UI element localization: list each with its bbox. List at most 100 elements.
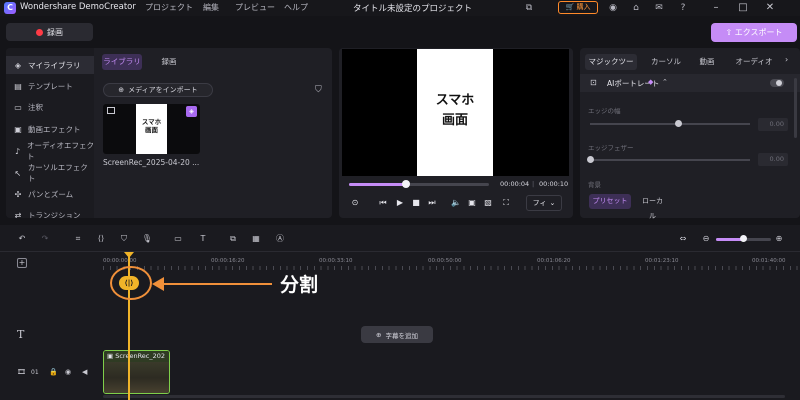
timeline-scrollbar[interactable] [103, 395, 785, 398]
caption-icon[interactable]: ▭ [172, 233, 184, 245]
undo-icon[interactable]: ↶ [16, 233, 28, 245]
crop-icon[interactable]: ⌗ [72, 233, 84, 245]
preset-button[interactable]: プリセット [589, 194, 631, 209]
local-button[interactable]: ローカル [640, 194, 665, 220]
clip-frames [104, 362, 169, 393]
record-button[interactable]: 録画 [6, 23, 93, 41]
add-caption-label: 字幕を追加 [385, 331, 418, 340]
step-back-icon[interactable]: ⏮ [377, 197, 389, 209]
sidebar-item-annotations[interactable]: ▭ 注釈 [6, 98, 94, 116]
properties-scrollbar[interactable] [794, 78, 797, 138]
media-thumbnail[interactable]: スマホ 画面 ◈ [103, 104, 200, 154]
split-tool-icon[interactable]: ⟨⟩ [95, 233, 107, 245]
fullscreen-icon[interactable]: ⛶ [500, 197, 512, 209]
volume-icon[interactable]: 🔈 [450, 197, 462, 209]
playback-progress-handle[interactable] [402, 180, 411, 188]
stop-icon[interactable]: ■ [410, 197, 422, 209]
zoom-in-icon[interactable]: ⊕ [773, 233, 785, 245]
background-label: 背景 [588, 181, 601, 189]
menu-project[interactable]: プロジェクト [145, 2, 193, 13]
import-media-button[interactable]: ⊕ メディアをインポート [103, 83, 213, 97]
sidebar-item-cursor-effects[interactable]: ↖ カーソルエフェクト [6, 163, 94, 183]
sidebar-item-templates[interactable]: ▤ テンプレート [6, 77, 94, 95]
thumbnail-text-line1: スマホ [141, 118, 162, 126]
fit-timeline-icon[interactable]: ⇔ [677, 233, 689, 245]
sidebar-item-my-library[interactable]: ◈ マイライブラリ [6, 56, 94, 74]
ruler-label: 00:01:23:10 [645, 258, 679, 264]
edge-feather-value[interactable]: 0.00 [758, 153, 788, 166]
import-media-label: メディアをインポート [128, 86, 198, 94]
sidebar-item-transitions[interactable]: ⇄ トランジション [6, 206, 94, 219]
clip-name: ScreenRec_202 [115, 352, 166, 360]
video-clip[interactable]: ▣ ScreenRec_202 [103, 350, 170, 394]
quality-icon[interactable]: ▧ [482, 197, 494, 209]
shield-icon[interactable]: ⛉ [118, 233, 130, 245]
tabs-next-icon[interactable]: › [785, 55, 788, 64]
edge-feather-handle[interactable] [586, 156, 594, 163]
menu-help[interactable]: ヘルプ [284, 2, 308, 13]
close-icon[interactable]: ✕ [760, 0, 780, 16]
minimize-icon[interactable]: – [706, 0, 726, 16]
preview-panel: スマホ 画面 00:00:04 | 00:00:10 ⊙ ⏮ ▶ ■ ⏭ 🔈 ▣… [339, 48, 573, 218]
mute-icon[interactable]: ◀ [82, 368, 87, 376]
tab-recording[interactable]: 録画 [154, 54, 184, 70]
tab-magic-tools[interactable]: マジックツール [585, 54, 637, 82]
lock-icon[interactable]: 🔒 [49, 368, 58, 376]
total-time: 00:00:10 [539, 180, 569, 188]
fit-dropdown[interactable]: フィ ⌄ [526, 195, 562, 211]
chevron-up-icon[interactable]: ⌃ [662, 78, 668, 86]
split-icon[interactable]: ⟨|⟩ [119, 276, 139, 290]
edge-thickness-handle[interactable] [674, 120, 682, 127]
message-icon[interactable]: ✉ [652, 1, 666, 15]
export-button[interactable]: ⇧ エクスポート [711, 23, 797, 42]
tab-library[interactable]: ライブラリ [102, 54, 142, 70]
tutorial-icon[interactable]: ⌂ [629, 1, 643, 15]
filter-icon[interactable]: ⛉ [315, 85, 322, 95]
sidebar-item-pan-zoom[interactable]: ✣ パンとズーム [6, 185, 94, 203]
microphone-icon[interactable]: 🎙 [141, 233, 153, 245]
edge-thickness-label: エッジの幅 [588, 107, 621, 115]
playback-progress-fill [349, 183, 407, 186]
maximize-icon[interactable]: □ [733, 0, 753, 16]
zoom-out-icon[interactable]: ⊖ [700, 233, 712, 245]
menu-edit[interactable]: 編集 [203, 2, 219, 13]
text-box-icon[interactable]: T [197, 233, 209, 245]
camera-icon[interactable]: ⊙ [349, 197, 361, 209]
help-icon[interactable]: ? [676, 1, 690, 15]
ruler-label: 00:00:50:00 [428, 258, 462, 264]
screenshot-icon[interactable]: ⧉ [522, 1, 536, 15]
group-icon[interactable]: ⧉ [227, 233, 239, 245]
user-icon[interactable]: ◉ [606, 1, 620, 15]
eye-icon[interactable]: ◉ [65, 368, 71, 376]
purchase-button[interactable]: 🛒 購入 [558, 1, 598, 14]
menu-preview[interactable]: プレビュー [235, 2, 275, 13]
step-forward-icon[interactable]: ⏭ [426, 197, 438, 209]
tab-video[interactable]: 動画 [696, 54, 718, 70]
ruler-label: 00:00:16:20 [211, 258, 245, 264]
sidebar-item-video-effects[interactable]: ▣ 動画エフェクト [6, 120, 94, 138]
redo-icon[interactable]: ↷ [39, 233, 51, 245]
pan-zoom-icon: ✣ [14, 189, 22, 199]
transition-icon: ⇄ [14, 210, 22, 219]
edge-feather-slider[interactable] [590, 159, 750, 161]
ruler-label: 00:01:06:20 [537, 258, 571, 264]
play-icon[interactable]: ▶ [394, 197, 406, 209]
preview-text-line2: 画面 [441, 113, 468, 128]
add-track-icon[interactable]: + [17, 258, 27, 268]
zoom-slider-handle[interactable] [740, 235, 747, 242]
sidebar-item-label: カーソルエフェクト [27, 163, 88, 183]
add-caption-button[interactable]: ⊕ 字幕を追加 [361, 326, 433, 343]
edge-thickness-value[interactable]: 0.00 [758, 118, 788, 131]
layers-icon[interactable]: ▦ [250, 233, 262, 245]
template-icon: ▤ [14, 81, 22, 91]
edge-thickness-slider[interactable] [590, 123, 750, 125]
sidebar-item-audio-effects[interactable]: ♪ オーディオエフェクト [6, 141, 94, 161]
tab-cursor[interactable]: カーソル [648, 54, 684, 70]
tab-audio[interactable]: オーディオ [734, 54, 774, 70]
preview-canvas[interactable]: スマホ 画面 [342, 49, 569, 176]
sidebar-item-label: テンプレート [28, 81, 73, 91]
aspect-ratio-icon[interactable]: ▣ [466, 197, 478, 209]
music-note-icon: ♪ [14, 146, 21, 156]
ai-tool-icon[interactable]: Ⓐ [274, 233, 286, 245]
ruler-ticks[interactable] [103, 266, 800, 270]
